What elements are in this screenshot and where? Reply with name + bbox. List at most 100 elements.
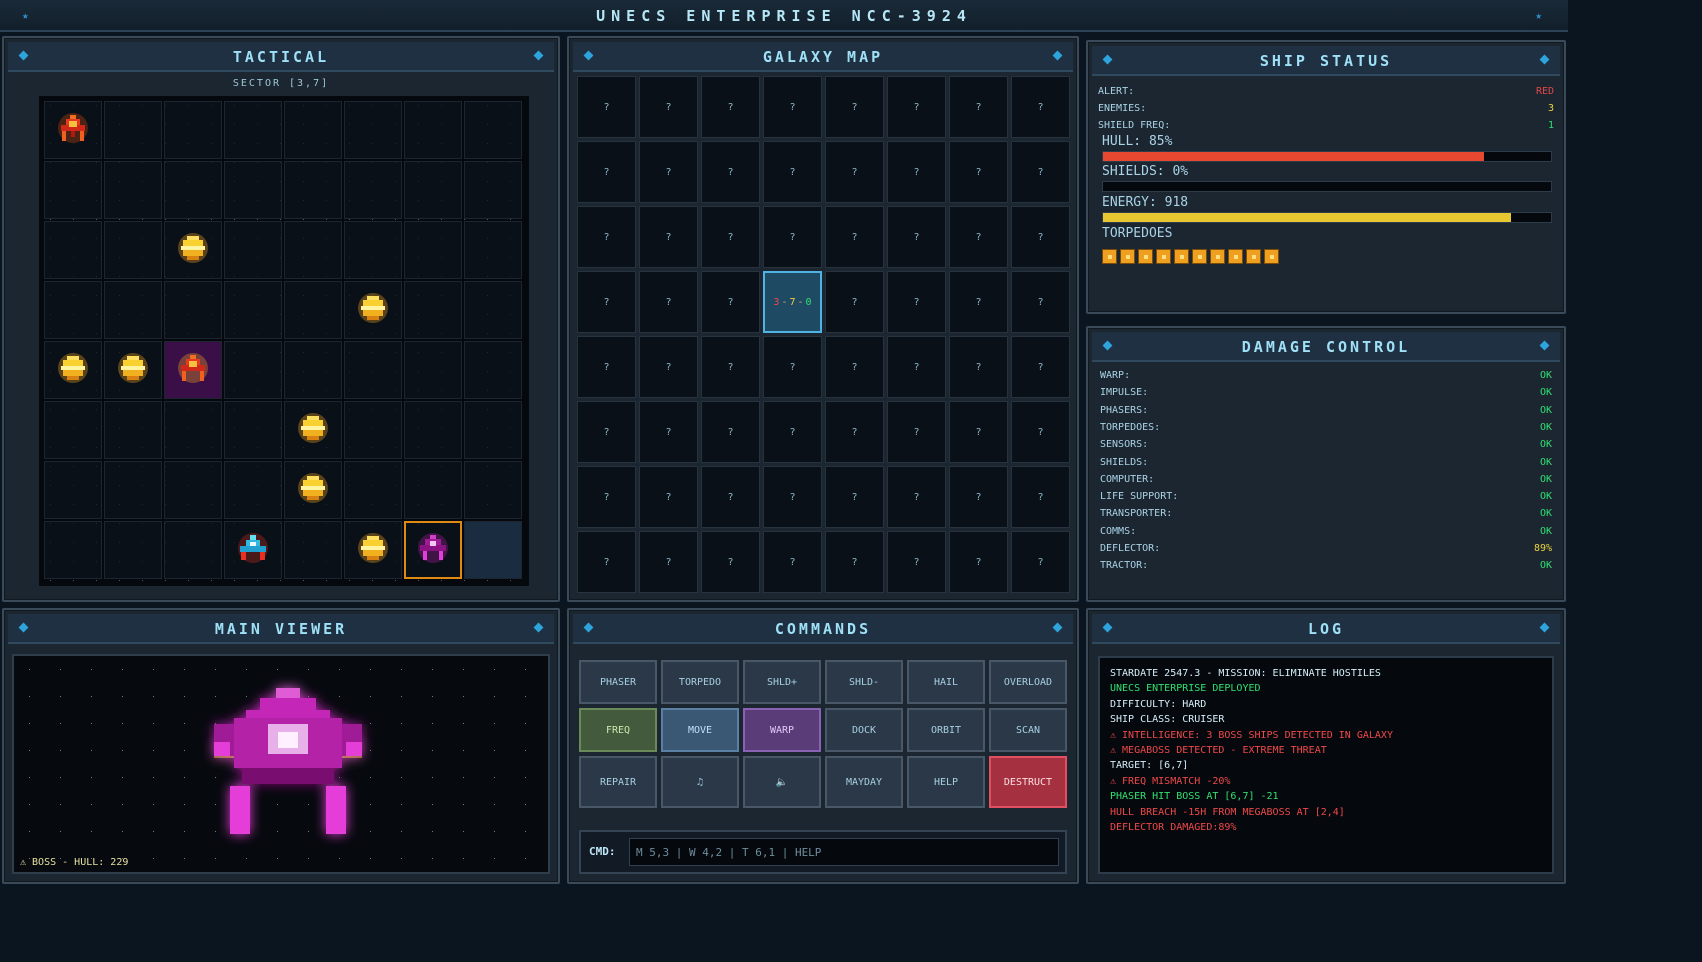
tactical-cell[interactable] [104, 341, 162, 399]
mayday-button[interactable]: MAYDAY [825, 756, 903, 808]
tactical-cell[interactable] [464, 221, 522, 279]
sound-button[interactable]: 🔈 [743, 756, 821, 808]
galaxy-cell[interactable]: ? [701, 466, 760, 528]
scan-button[interactable]: SCAN [989, 708, 1067, 752]
tactical-cell[interactable] [104, 281, 162, 339]
tactical-cell[interactable] [344, 281, 402, 339]
tactical-cell[interactable] [344, 161, 402, 219]
tactical-cell[interactable] [284, 461, 342, 519]
tactical-cell[interactable] [404, 461, 462, 519]
tactical-cell[interactable] [284, 101, 342, 159]
tactical-cell[interactable] [44, 101, 102, 159]
tactical-cell[interactable] [344, 521, 402, 579]
tactical-cell[interactable] [44, 461, 102, 519]
galaxy-cell[interactable]: ? [887, 401, 946, 463]
tactical-cell[interactable] [224, 101, 282, 159]
galaxy-cell[interactable]: ? [887, 271, 946, 333]
galaxy-cell[interactable]: ? [825, 271, 884, 333]
tactical-cell[interactable] [104, 521, 162, 579]
galaxy-cell[interactable]: ? [887, 76, 946, 138]
galaxy-cell[interactable]: ? [949, 141, 1008, 203]
galaxy-cell[interactable]: ? [701, 141, 760, 203]
tactical-cell[interactable] [164, 161, 222, 219]
tactical-cell[interactable] [464, 101, 522, 159]
tactical-cell[interactable] [464, 341, 522, 399]
tactical-cell[interactable] [404, 341, 462, 399]
tactical-cell[interactable] [104, 221, 162, 279]
galaxy-cell[interactable]: ? [825, 141, 884, 203]
galaxy-cell[interactable]: ? [949, 401, 1008, 463]
galaxy-cell[interactable]: ? [1011, 336, 1070, 398]
tactical-cell[interactable] [404, 101, 462, 159]
galaxy-cell[interactable]: ? [701, 271, 760, 333]
move-button[interactable]: MOVE [661, 708, 739, 752]
galaxy-cell[interactable]: ? [763, 401, 822, 463]
galaxy-cell[interactable]: ? [577, 141, 636, 203]
galaxy-cell[interactable]: ? [701, 206, 760, 268]
galaxy-cell[interactable]: ? [825, 206, 884, 268]
tactical-cell[interactable] [284, 221, 342, 279]
galaxy-cell[interactable]: ? [825, 531, 884, 593]
tactical-cell[interactable] [224, 521, 282, 579]
tactical-cell[interactable] [44, 221, 102, 279]
tactical-cell[interactable] [284, 341, 342, 399]
tactical-cell[interactable] [404, 521, 462, 579]
galaxy-cell[interactable]: ? [763, 76, 822, 138]
galaxy-cell[interactable]: ? [949, 466, 1008, 528]
galaxy-cell[interactable]: ? [887, 141, 946, 203]
tactical-cell[interactable] [284, 521, 342, 579]
tactical-cell[interactable] [464, 461, 522, 519]
galaxy-cell[interactable]: ? [825, 76, 884, 138]
tactical-cell[interactable] [344, 401, 402, 459]
tactical-cell[interactable] [164, 401, 222, 459]
galaxy-cell[interactable]: ? [701, 336, 760, 398]
tactical-cell[interactable] [344, 101, 402, 159]
tactical-cell[interactable] [104, 101, 162, 159]
tactical-cell[interactable] [224, 161, 282, 219]
tactical-cell[interactable] [44, 161, 102, 219]
music-button[interactable]: ♫ [661, 756, 739, 808]
dock-button[interactable]: DOCK [825, 708, 903, 752]
galaxy-cell[interactable]: ? [577, 466, 636, 528]
galaxy-cell[interactable]: ? [1011, 271, 1070, 333]
tactical-cell[interactable] [164, 101, 222, 159]
galaxy-cell[interactable]: ? [701, 76, 760, 138]
repair-button[interactable]: REPAIR [579, 756, 657, 808]
galaxy-cell[interactable]: ? [825, 336, 884, 398]
galaxy-cell[interactable]: ? [577, 336, 636, 398]
phaser-button[interactable]: PHASER [579, 660, 657, 704]
tactical-cell[interactable] [224, 341, 282, 399]
tactical-cell[interactable] [464, 401, 522, 459]
tactical-cell[interactable] [404, 161, 462, 219]
tactical-cell[interactable] [44, 401, 102, 459]
shield-up-button[interactable]: SHLD+ [743, 660, 821, 704]
tactical-cell[interactable] [404, 221, 462, 279]
galaxy-cell[interactable]: ? [1011, 141, 1070, 203]
tactical-cell[interactable] [464, 281, 522, 339]
tactical-cell[interactable] [284, 281, 342, 339]
tactical-cell[interactable] [284, 401, 342, 459]
overload-button[interactable]: OVERLOAD [989, 660, 1067, 704]
galaxy-cell[interactable]: ? [763, 336, 822, 398]
galaxy-cell[interactable]: ? [639, 336, 698, 398]
galaxy-cell[interactable]: ? [887, 531, 946, 593]
galaxy-cell[interactable]: ? [1011, 206, 1070, 268]
galaxy-cell[interactable]: ? [639, 531, 698, 593]
freq-button[interactable]: FREQ [579, 708, 657, 752]
tactical-cell[interactable] [164, 521, 222, 579]
galaxy-cell[interactable]: ? [639, 141, 698, 203]
command-input[interactable] [629, 838, 1059, 866]
galaxy-cell[interactable]: ? [763, 466, 822, 528]
galaxy-cell[interactable]: ? [639, 466, 698, 528]
tactical-cell[interactable] [164, 221, 222, 279]
tactical-cell[interactable] [344, 221, 402, 279]
torpedo-button[interactable]: TORPEDO [661, 660, 739, 704]
galaxy-cell[interactable]: ? [763, 206, 822, 268]
tactical-cell[interactable] [104, 161, 162, 219]
galaxy-cell[interactable]: ? [639, 206, 698, 268]
galaxy-cell[interactable]: ? [887, 206, 946, 268]
orbit-button[interactable]: ORBIT [907, 708, 985, 752]
galaxy-cell[interactable]: ? [949, 271, 1008, 333]
galaxy-cell[interactable]: ? [1011, 466, 1070, 528]
galaxy-cell[interactable]: ? [639, 76, 698, 138]
